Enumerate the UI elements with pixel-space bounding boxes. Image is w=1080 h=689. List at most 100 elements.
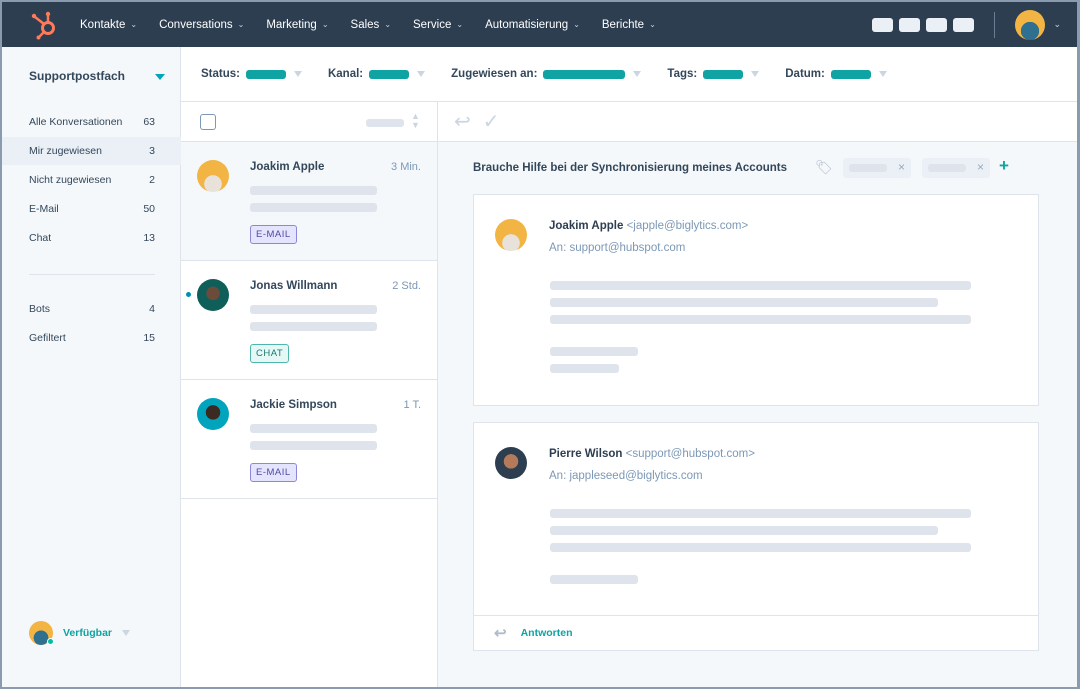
filter-zugewiesen[interactable]: Zugewiesen an: bbox=[451, 68, 642, 80]
nav-kontakte[interactable]: Kontakte ⌄ bbox=[80, 19, 137, 31]
preview-placeholder bbox=[250, 441, 377, 450]
utility-button[interactable] bbox=[953, 17, 975, 32]
filter-datum[interactable]: Datum: bbox=[785, 68, 887, 80]
nav-service[interactable]: Service ⌄ bbox=[413, 19, 463, 31]
check-icon[interactable]: ✓ bbox=[483, 109, 500, 134]
filter-label: Tags: bbox=[667, 68, 698, 80]
conversation-time: 3 Min. bbox=[391, 161, 421, 173]
conversation-time: 2 Std. bbox=[392, 280, 421, 292]
filter-value bbox=[245, 69, 286, 79]
caret-down-icon bbox=[417, 71, 426, 77]
add-tag-icon[interactable]: + bbox=[999, 156, 1009, 176]
select-all-checkbox[interactable] bbox=[200, 114, 216, 130]
nav-label: Conversations bbox=[159, 18, 233, 31]
utility-button[interactable] bbox=[899, 17, 921, 32]
user-avatar bbox=[29, 621, 54, 645]
preview-placeholder bbox=[250, 186, 377, 195]
sort-selector[interactable] bbox=[366, 119, 404, 127]
nav-automatisierung[interactable]: Automatisierung ⌄ bbox=[485, 19, 580, 31]
caret-down-icon bbox=[878, 71, 887, 77]
filter-tags[interactable]: Tags: bbox=[667, 68, 760, 80]
sidebar-item-chat[interactable]: Chat 13 bbox=[2, 224, 181, 252]
chevron-down-icon: ⌄ bbox=[237, 20, 245, 29]
body-placeholder bbox=[550, 347, 638, 356]
message-from: Joakim Apple <japple@biglytics.com> bbox=[549, 220, 748, 232]
divider bbox=[29, 274, 155, 275]
contact-name: Joakim Apple bbox=[250, 161, 325, 173]
nav-sales[interactable]: Sales ⌄ bbox=[351, 19, 391, 31]
sender-avatar bbox=[495, 219, 527, 251]
nav-label: Berichte bbox=[601, 18, 645, 31]
caret-down-icon bbox=[633, 71, 642, 77]
body-placeholder bbox=[550, 298, 938, 307]
hubspot-logo-icon[interactable] bbox=[30, 10, 60, 40]
tag-chip[interactable]: × bbox=[922, 158, 990, 178]
filter-label: Zugewiesen an: bbox=[451, 68, 538, 80]
chevron-down-icon: ⌄ bbox=[130, 20, 138, 29]
user-avatar[interactable] bbox=[1015, 9, 1046, 40]
contact-avatar bbox=[197, 398, 229, 430]
body-placeholder bbox=[550, 575, 638, 584]
filter-value bbox=[703, 69, 744, 79]
preview-placeholder bbox=[250, 305, 377, 314]
detail-toolbar: ↩ ✓ bbox=[438, 102, 1077, 142]
nav-marketing[interactable]: Marketing ⌄ bbox=[266, 19, 328, 31]
filter-label: Datum: bbox=[785, 68, 825, 80]
channel-badge: CHAT bbox=[250, 344, 290, 363]
close-icon[interactable]: × bbox=[898, 160, 905, 174]
close-icon[interactable]: × bbox=[977, 160, 984, 174]
channel-badge: E-MAIL bbox=[250, 463, 297, 482]
body-placeholder bbox=[550, 509, 971, 518]
reply-button[interactable]: ↩ Antworten bbox=[474, 615, 1038, 650]
conversation-time: 1 T. bbox=[403, 399, 421, 411]
reply-icon[interactable]: ↩ bbox=[454, 109, 471, 134]
conversation-item[interactable]: Jonas Willmann 2 Std. CHAT bbox=[181, 261, 437, 380]
sidebar-item-nicht-zugewiesen[interactable]: Nicht zugewiesen 2 bbox=[2, 166, 181, 194]
sidebar-item-label: Nicht zugewiesen bbox=[29, 174, 112, 186]
contact-name: Jackie Simpson bbox=[250, 399, 337, 411]
chevron-down-icon: ⌄ bbox=[573, 20, 580, 29]
sidebar-item-label: Alle Konversationen bbox=[29, 116, 123, 128]
contact-name: Jonas Willmann bbox=[250, 280, 338, 292]
conversation-item[interactable]: Joakim Apple 3 Min. E-MAIL bbox=[181, 142, 437, 261]
top-nav: Kontakte ⌄ Conversations ⌄ Marketing ⌄ Sale… bbox=[2, 2, 1077, 47]
conversation-item[interactable]: Jackie Simpson 1 T. E-MAIL bbox=[181, 380, 437, 499]
nav-berichte[interactable]: Berichte ⌄ bbox=[602, 19, 656, 31]
sidebar: Supportpostfach Alle Konversationen 63 Mi… bbox=[2, 47, 181, 687]
body-placeholder bbox=[550, 526, 938, 535]
sender-avatar bbox=[495, 447, 527, 479]
filter-kanal[interactable]: Kanal: bbox=[327, 68, 426, 80]
preview-placeholder bbox=[250, 322, 377, 331]
inbox-title: Supportpostfach bbox=[29, 69, 125, 83]
sort-icon[interactable]: ▲ ▼ bbox=[411, 112, 420, 130]
sender-email: <japple@biglytics.com> bbox=[626, 220, 749, 232]
chevron-down-icon: ⌄ bbox=[321, 20, 329, 29]
nav-label: Kontakte bbox=[80, 18, 126, 31]
sidebar-item-label: Chat bbox=[29, 232, 52, 244]
sidebar-item-count: 2 bbox=[149, 174, 155, 186]
inbox-selector[interactable]: Supportpostfach bbox=[29, 69, 165, 83]
filter-value bbox=[830, 69, 871, 79]
chevron-down-icon: ⌄ bbox=[384, 20, 392, 29]
sidebar-item-alle[interactable]: Alle Konversationen 63 bbox=[2, 108, 181, 136]
availability-status: Verfügbar bbox=[63, 627, 113, 639]
sidebar-item-email[interactable]: E-Mail 50 bbox=[2, 195, 181, 223]
conversation-detail: ↩ ✓ Brauche Hilfe bei der Synchronisieru… bbox=[438, 102, 1077, 687]
message-from: Pierre Wilson <support@hubspot.com> bbox=[549, 448, 755, 460]
reply-icon: ↩ bbox=[494, 625, 507, 642]
utility-button[interactable] bbox=[872, 17, 894, 32]
chevron-down-icon[interactable]: ⌄ bbox=[1053, 19, 1061, 30]
tag-chip[interactable]: × bbox=[843, 158, 911, 178]
caret-down-icon bbox=[751, 71, 760, 77]
preview-placeholder bbox=[250, 203, 377, 212]
sidebar-item-bots[interactable]: Bots 4 bbox=[2, 295, 181, 323]
filter-label: Kanal: bbox=[327, 68, 364, 80]
sidebar-item-gefiltert[interactable]: Gefiltert 15 bbox=[2, 324, 181, 352]
nav-label: Automatisierung bbox=[485, 18, 569, 31]
nav-conversations[interactable]: Conversations ⌄ bbox=[159, 19, 244, 31]
sidebar-item-mir-zugewiesen[interactable]: Mir zugewiesen 3 bbox=[2, 137, 181, 165]
availability-toggle[interactable]: Verfügbar bbox=[29, 621, 131, 645]
filter-status[interactable]: Status: bbox=[201, 68, 302, 80]
utility-button[interactable] bbox=[926, 17, 948, 32]
reply-label: Antworten bbox=[520, 627, 573, 639]
